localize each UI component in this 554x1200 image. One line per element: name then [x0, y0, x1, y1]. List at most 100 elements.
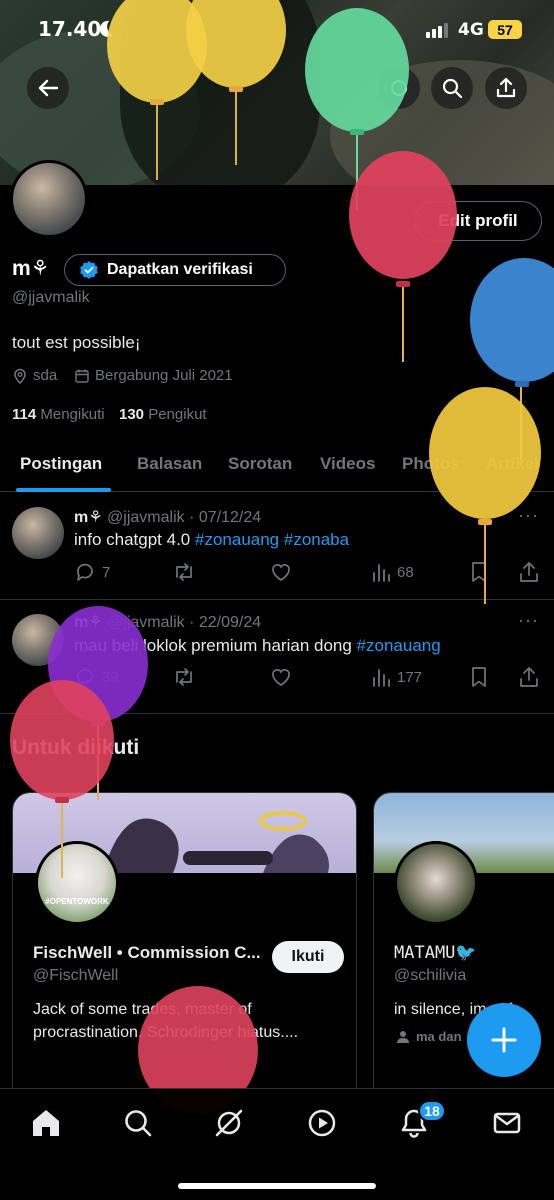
card-bio: Jack of some trades, master of procrasti…	[33, 998, 353, 1044]
share-icon	[520, 667, 538, 687]
tab-balasan[interactable]: Balasan	[137, 454, 202, 474]
post-author: m⚘	[74, 509, 103, 526]
post-author: m⚘	[74, 614, 103, 631]
calendar-icon	[75, 369, 89, 383]
post-handle: @jjavmalik	[107, 509, 185, 526]
plus-icon	[491, 1027, 517, 1053]
following-label: Mengikuti	[40, 406, 105, 423]
tab-videos[interactable]: Videos	[320, 454, 375, 474]
like-button[interactable]	[270, 666, 292, 688]
post-item[interactable]: m⚘ @jjavmalik · 07/12/24 ··· info chatgp…	[0, 493, 554, 600]
followed-by: ma dan	[396, 1029, 462, 1044]
post-handle: @jjavmalik	[107, 614, 185, 631]
heart-icon	[272, 669, 290, 686]
person-icon	[397, 1030, 409, 1043]
post-avatar[interactable]	[12, 614, 64, 666]
profile-handle: @jjavmalik	[12, 289, 90, 306]
heart-icon	[272, 564, 290, 581]
compose-post-button[interactable]	[467, 1003, 541, 1077]
more-options-icon[interactable]: ···	[518, 610, 539, 631]
reply-count: 39	[102, 668, 119, 686]
edit-profile-button[interactable]: Edit profil	[414, 201, 542, 241]
post-hashtags[interactable]: #zonauang	[357, 636, 441, 655]
bookmark-button[interactable]	[470, 666, 488, 688]
tab-artikel[interactable]: Artikel	[486, 454, 539, 474]
reply-count: 7	[102, 563, 111, 581]
views-count: 177	[397, 668, 423, 686]
share-icon	[496, 77, 516, 98]
home-icon[interactable]	[30, 1107, 62, 1139]
follow-suggestion-card[interactable]: #OPENTOWORK FischWell • Commission C... …	[12, 792, 357, 1112]
share-icon	[520, 562, 538, 582]
status-time: 17.40	[38, 17, 102, 41]
tab-postingan[interactable]: Postingan	[20, 454, 102, 474]
bookmark-button[interactable]	[470, 561, 488, 583]
post-hashtags[interactable]: #zonauang #zonaba	[195, 530, 349, 549]
repost-icon	[176, 668, 192, 686]
verified-badge-icon	[80, 261, 98, 279]
get-verified-button[interactable]: Dapatkan verifikasi	[64, 254, 286, 286]
card-name: FischWell • Commission C...	[33, 943, 261, 962]
network-label: 4G	[458, 20, 484, 40]
back-button[interactable]	[27, 67, 69, 109]
card-bio-line: Jack of some trades, master of	[33, 1001, 252, 1018]
tab-sorotan[interactable]: Sorotan	[228, 454, 292, 474]
post-text: mau beli loklok premium harian dong #zon…	[74, 636, 441, 656]
followers-count: 130	[119, 406, 145, 423]
card-avatar[interactable]	[394, 841, 478, 925]
share-post-button[interactable]	[519, 666, 539, 688]
post-header: m⚘ @jjavmalik · 22/09/24	[74, 614, 262, 631]
explore-search-icon[interactable]	[122, 1107, 154, 1139]
reply-button[interactable]: 7	[74, 561, 110, 583]
card-bio-line: procrastination. Schrodinger hiatus....	[33, 1024, 299, 1042]
reply-icon	[77, 668, 93, 686]
signal-icon	[426, 22, 448, 43]
views-button[interactable]: 177	[371, 666, 422, 688]
open-to-work-tag: #OPENTOWORK	[45, 897, 109, 906]
arrow-left-icon	[38, 79, 59, 97]
battery-level: 57	[497, 21, 513, 38]
post-date: 07/12/24	[198, 509, 262, 526]
tab-photos[interactable]: Photos	[402, 454, 460, 474]
views-count: 68	[397, 563, 414, 581]
card-handle: @FischWell	[33, 967, 119, 984]
profile-avatar[interactable]	[10, 160, 88, 238]
post-text: info chatgpt 4.0 #zonauang #zonaba	[74, 530, 349, 550]
joined-label: Bergabung Juli 2021	[95, 367, 233, 384]
repost-button[interactable]	[172, 561, 196, 583]
location-label: sda	[33, 367, 58, 384]
like-button[interactable]	[270, 561, 292, 583]
card-handle: @schilivia	[394, 967, 467, 984]
location-pin-icon	[14, 368, 26, 384]
views-button[interactable]: 68	[371, 561, 414, 583]
search-icon	[442, 78, 463, 99]
profile-joined: Bergabung Juli 2021	[74, 367, 233, 384]
following-link[interactable]: 114 Mengikuti	[12, 406, 105, 423]
share-button[interactable]	[485, 67, 527, 109]
messages-mail-icon[interactable]	[491, 1107, 523, 1139]
refresh-button[interactable]	[378, 67, 420, 109]
bookmark-icon	[472, 562, 486, 582]
repost-button[interactable]	[172, 666, 196, 688]
balloon-blue	[470, 258, 554, 460]
profile-display-name: m⚘	[12, 257, 50, 280]
video-play-icon[interactable]	[306, 1107, 338, 1139]
profile-bio: tout est possible¡	[12, 333, 141, 352]
who-to-follow-title: Untuk diikuti	[12, 736, 140, 759]
reply-icon	[77, 563, 93, 581]
post-item[interactable]: m⚘ @jjavmalik · 22/09/24 ··· mau beli lo…	[0, 600, 554, 714]
share-post-button[interactable]	[519, 561, 539, 583]
card-avatar[interactable]: #OPENTOWORK	[35, 841, 119, 925]
post-body: info chatgpt 4.0	[74, 530, 191, 549]
reply-button[interactable]: 39	[74, 666, 119, 688]
profile-location: sda	[12, 367, 57, 384]
views-chart-icon	[373, 669, 390, 687]
repost-icon	[176, 563, 192, 581]
search-button[interactable]	[431, 67, 473, 109]
grok-icon[interactable]	[213, 1107, 245, 1139]
post-avatar[interactable]	[12, 507, 64, 559]
more-options-icon[interactable]: ···	[518, 505, 539, 526]
follow-button[interactable]: Ikuti	[272, 941, 344, 973]
followers-link[interactable]: 130 Pengikut	[119, 406, 207, 423]
views-chart-icon	[373, 564, 390, 582]
